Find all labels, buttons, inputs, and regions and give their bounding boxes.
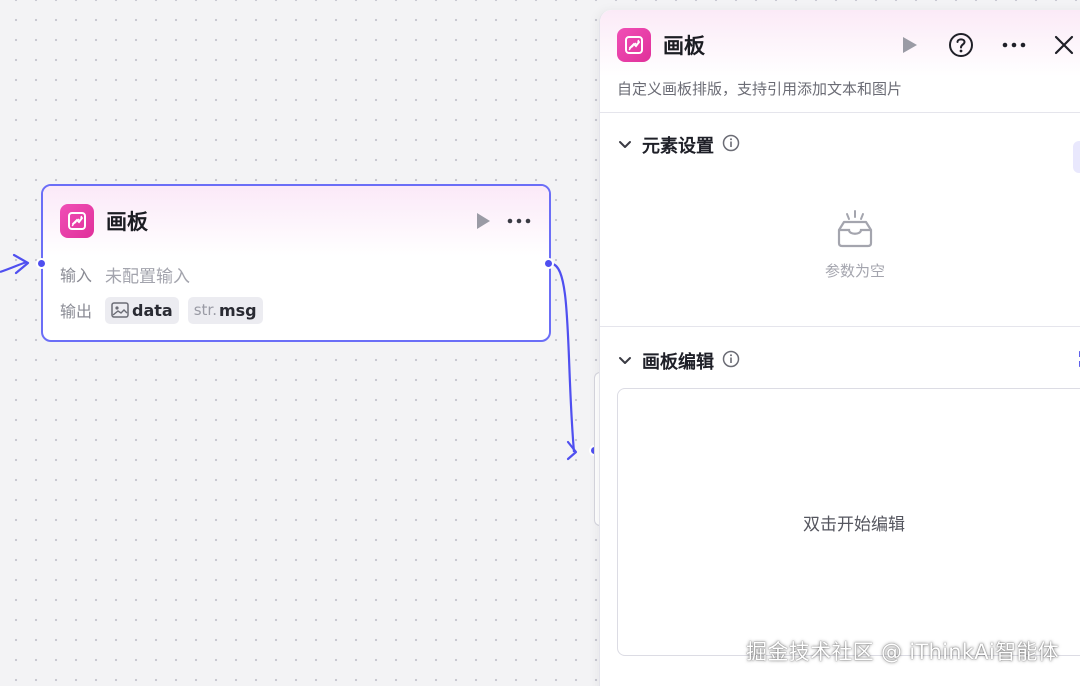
node-header: 画板 <box>43 186 549 256</box>
section-divider <box>600 326 1080 327</box>
info-icon[interactable] <box>722 350 740 372</box>
output-name: data <box>132 300 173 320</box>
close-icon[interactable] <box>1054 35 1074 55</box>
input-label: 输入 <box>60 266 93 285</box>
panel-more-icon[interactable] <box>1002 42 1026 48</box>
section-title: 画板编辑 <box>642 352 714 373</box>
output-name: msg <box>218 300 257 320</box>
add-element-button[interactable]: + <box>1073 141 1080 173</box>
element-settings-section: 元素设置 + 参数为空 <box>600 130 1080 280</box>
editor-hint: 双击开始编辑 <box>803 514 905 535</box>
run-play-icon[interactable] <box>901 36 918 54</box>
node-output-port[interactable] <box>543 258 554 269</box>
empty-state: 参数为空 <box>600 210 1080 281</box>
run-node-play-icon[interactable] <box>475 212 491 230</box>
canvas-editor-area[interactable]: 双击开始编辑 <box>617 388 1080 656</box>
chevron-down-icon[interactable] <box>618 356 632 366</box>
output-tag-data[interactable]: data <box>105 296 179 324</box>
canvas-node-card[interactable]: 画板 输入 未配置输入 输出 data str. msg <box>41 184 551 342</box>
panel-description: 自定义画板排版，支持引用添加文本和图片 <box>617 80 903 98</box>
image-icon <box>111 302 129 318</box>
chevron-down-icon[interactable] <box>618 140 632 150</box>
panel-header: 画板 自定义画板排版，支持引用添加文本和图片 <box>600 10 1080 113</box>
info-icon[interactable] <box>722 134 740 156</box>
node-input-row: 输入 未配置输入 <box>43 256 549 292</box>
input-value: 未配置输入 <box>105 266 190 287</box>
canvas-app-icon <box>60 204 94 238</box>
output-label: 输出 <box>60 302 93 321</box>
output-tag-msg[interactable]: str. msg <box>187 296 263 324</box>
section-title: 元素设置 <box>642 136 714 157</box>
output-type-label: str. <box>193 301 217 319</box>
node-config-panel: 画板 自定义画板排版，支持引用添加文本和图片 元素设置 参数为空 画板编辑 双击… <box>599 10 1080 686</box>
node-input-port[interactable] <box>36 258 47 269</box>
node-title: 画板 <box>106 210 148 234</box>
watermark-text: 掘金技术社区 @ iThinkAi智能体 <box>746 640 1059 664</box>
canvas-edit-section: 画板编辑 <box>600 346 1080 376</box>
help-icon[interactable] <box>948 32 974 58</box>
canvas-app-icon <box>617 28 651 62</box>
node-more-icon[interactable] <box>507 218 531 224</box>
node-output-row: 输出 data str. msg <box>43 292 549 328</box>
panel-title: 画板 <box>663 34 705 58</box>
empty-text: 参数为空 <box>824 262 885 280</box>
empty-box-icon <box>834 210 876 252</box>
